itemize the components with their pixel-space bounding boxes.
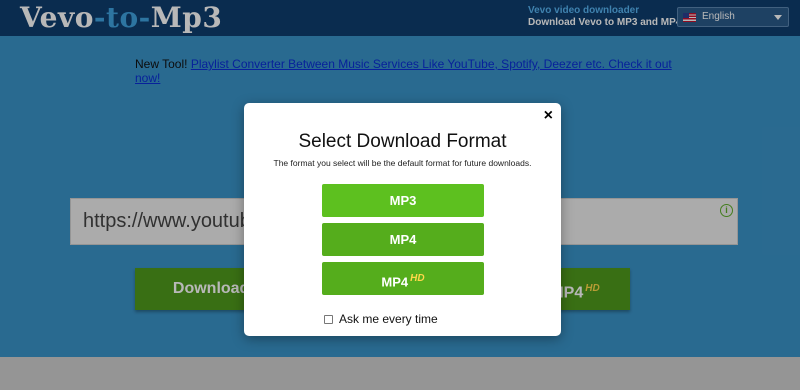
format-mp4-hd-button[interactable]: MP4 HD <box>322 262 484 295</box>
ask-every-time-checkbox[interactable] <box>324 315 333 324</box>
dialog-title: Select Download Format <box>298 131 507 152</box>
format-mp4-hd-label: MP4 <box>381 274 409 290</box>
close-icon[interactable]: × <box>544 108 553 124</box>
format-mp4-label: MP4 <box>389 232 417 247</box>
format-dialog: × Select Download Format The format you … <box>244 103 561 336</box>
format-mp3-button[interactable]: MP3 <box>322 184 484 217</box>
ask-every-time-row[interactable]: Ask me every time <box>324 312 438 326</box>
hd-badge: HD <box>410 273 425 284</box>
format-mp4-button[interactable]: MP4 <box>322 223 484 256</box>
format-mp3-label: MP3 <box>389 193 417 208</box>
dialog-subtitle: The format you select will be the defaul… <box>273 158 532 168</box>
ask-every-time-label: Ask me every time <box>339 312 438 326</box>
